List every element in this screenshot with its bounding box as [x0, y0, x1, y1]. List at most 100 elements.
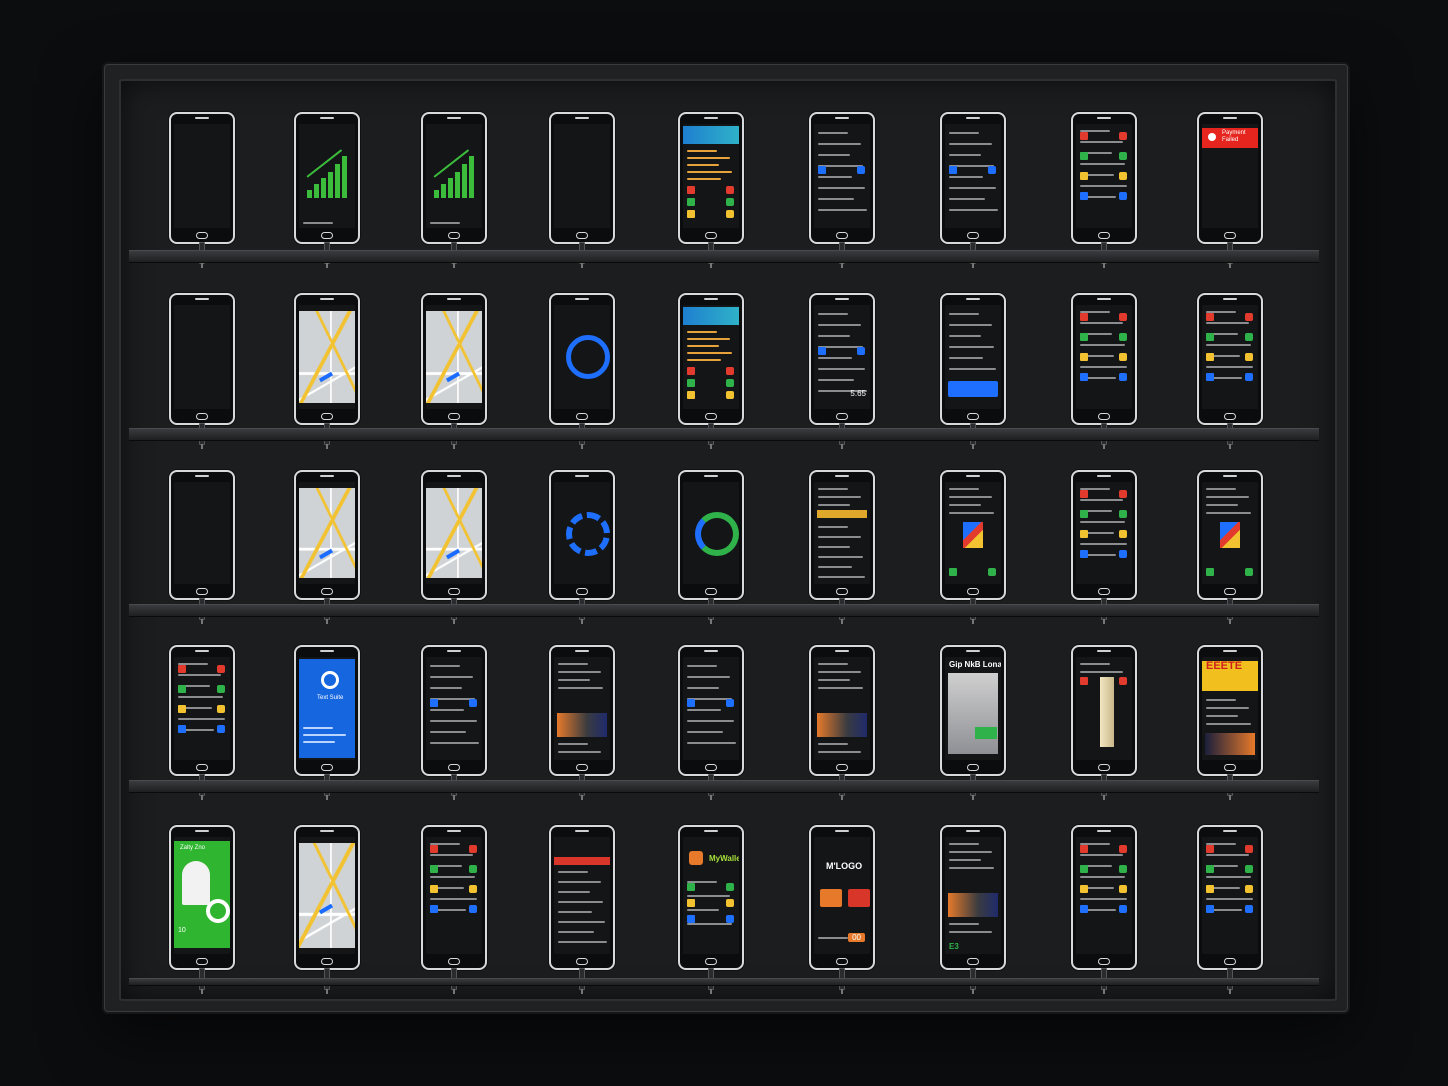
phone-speaker — [320, 117, 334, 119]
text-line — [430, 222, 460, 224]
text-line — [949, 187, 996, 189]
tile-art — [1220, 522, 1240, 548]
text-line — [687, 178, 721, 180]
home-button — [1098, 764, 1110, 771]
text-line — [818, 526, 848, 528]
phone-speaker — [1223, 475, 1237, 477]
app-icon — [1206, 353, 1214, 361]
text-line — [818, 176, 852, 178]
shelf-rail — [129, 428, 1319, 441]
map-view — [299, 843, 355, 948]
app-icon — [949, 166, 957, 174]
phone-screen — [299, 124, 355, 228]
phone-screen — [426, 124, 482, 228]
app-icon — [430, 845, 438, 853]
phone-speaker — [1223, 830, 1237, 832]
screen-text: Zalty Zno — [180, 845, 206, 851]
text-line — [949, 143, 992, 145]
app-icon — [1245, 333, 1253, 341]
text-line — [949, 843, 979, 845]
app-icon — [1119, 353, 1127, 361]
phone-speaker — [704, 117, 718, 119]
home-button — [196, 413, 208, 420]
app-icon — [469, 699, 477, 707]
phone-speaker — [195, 298, 209, 300]
app-icon — [687, 699, 695, 707]
app-icon — [1206, 373, 1214, 381]
screen-text: 5.65 — [850, 389, 866, 398]
home-button — [448, 764, 460, 771]
home-button — [1224, 958, 1236, 965]
loading-ring — [695, 512, 739, 556]
loading-ring — [566, 512, 610, 556]
phone-device: 5.65 — [809, 293, 875, 425]
text-line — [687, 720, 734, 722]
text-line — [1080, 499, 1123, 501]
plus-icon — [1208, 133, 1216, 141]
phone-speaker — [835, 117, 849, 119]
text-line — [303, 734, 346, 736]
phone-screen: MyWallet — [683, 837, 739, 954]
phone-device — [940, 470, 1006, 600]
text-line — [818, 536, 861, 538]
app-icon — [1119, 885, 1127, 893]
action-button[interactable]: 00 — [848, 933, 865, 942]
app-icon — [818, 347, 826, 355]
phone-device — [549, 645, 615, 776]
phone-screen — [1076, 657, 1132, 760]
home-button — [576, 413, 588, 420]
text-line — [178, 718, 225, 720]
app-icon — [1245, 373, 1253, 381]
phone-device — [1197, 470, 1263, 600]
phone-device: E3 — [940, 825, 1006, 970]
app-icon — [726, 367, 734, 375]
text-line — [818, 335, 850, 337]
app-icon — [1245, 865, 1253, 873]
phone-speaker — [835, 650, 849, 652]
phone-screen — [945, 124, 1001, 228]
phone-device — [1071, 112, 1137, 244]
home-button — [196, 232, 208, 239]
app-icon — [217, 665, 225, 673]
app-icon — [1080, 152, 1088, 160]
text-line — [818, 679, 850, 681]
text-line — [949, 923, 979, 925]
text-line — [1206, 723, 1251, 725]
home-button — [1098, 588, 1110, 595]
home-button — [705, 764, 717, 771]
phone-speaker — [195, 475, 209, 477]
app-icon — [1119, 510, 1127, 518]
phone-screen — [299, 482, 355, 584]
app-icon — [1080, 353, 1088, 361]
phone-screen: 5.65 — [814, 305, 870, 409]
home-button — [321, 764, 333, 771]
phone-speaker — [704, 475, 718, 477]
text-line — [818, 743, 848, 745]
phone-screen — [174, 124, 230, 228]
phone-screen: Zalty Zno 10 — [174, 837, 230, 954]
app-icon — [430, 699, 438, 707]
phone-speaker — [1097, 650, 1111, 652]
phone-screen — [814, 657, 870, 760]
home-button — [1224, 764, 1236, 771]
phone-speaker — [1223, 650, 1237, 652]
text-line — [1080, 543, 1127, 545]
home-button — [836, 958, 848, 965]
phone-screen: Gip NkB Lona — [945, 657, 1001, 760]
text-line — [818, 357, 852, 359]
text-line — [818, 546, 850, 548]
text-line — [949, 335, 981, 337]
map-view — [426, 488, 482, 578]
text-line — [949, 313, 979, 315]
app-icon — [430, 865, 438, 873]
image-block — [557, 713, 607, 737]
app-icon — [1119, 530, 1127, 538]
text-line — [687, 895, 730, 897]
text-line — [818, 556, 863, 558]
figure-art — [1100, 677, 1114, 747]
home-button — [576, 588, 588, 595]
text-line — [178, 674, 221, 676]
text-line — [949, 368, 996, 370]
text-line — [818, 154, 850, 156]
phone-screen — [945, 482, 1001, 584]
